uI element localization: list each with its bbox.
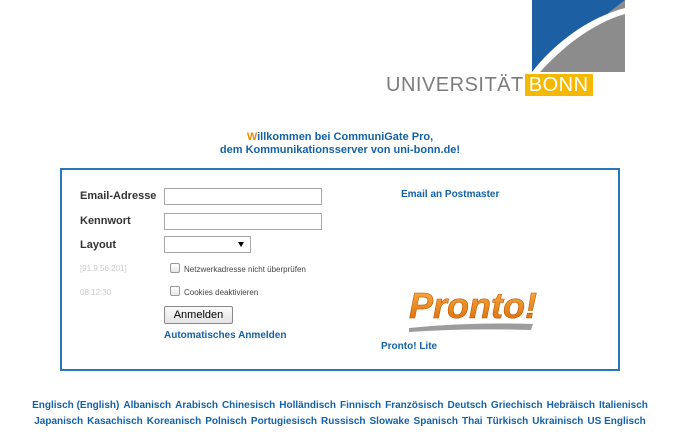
- client-ip-address: [91.9.56.201]: [80, 264, 127, 273]
- auto-login-link[interactable]: Automatisches Anmelden: [164, 330, 286, 341]
- welcome-first-letter: W: [246, 131, 258, 143]
- language-link[interactable]: Italienisch: [599, 400, 648, 411]
- language-link[interactable]: Französisch: [385, 400, 443, 411]
- language-row-2: Japanisch Kasachisch Koreanisch Polnisch Por…: [0, 414, 680, 430]
- language-link[interactable]: Ukrainisch: [532, 416, 583, 427]
- pronto-lite-link[interactable]: Pronto! Lite: [381, 341, 437, 352]
- login-panel: Email-Adresse Kennwort Layout [91.9.56.2…: [60, 168, 620, 371]
- language-link[interactable]: Deutsch: [447, 400, 486, 411]
- pronto-logo[interactable]: Pronto!: [407, 282, 557, 343]
- language-link[interactable]: US Englisch: [587, 416, 645, 427]
- language-link[interactable]: Japanisch: [34, 416, 83, 427]
- welcome-heading: Willkommen bei CommuniGate Pro, dem Komm…: [0, 131, 680, 157]
- chevron-down-icon: [238, 242, 244, 247]
- logo-graphic: [532, 0, 625, 72]
- cookies-checkbox[interactable]: [170, 286, 180, 296]
- server-time: 08:12:30: [80, 288, 112, 297]
- email-label: Email-Adresse: [80, 190, 157, 202]
- language-list: Englisch (English) Albanisch Arabisch Chine…: [0, 398, 680, 430]
- cookies-label: Cookies deaktivieren: [184, 288, 259, 297]
- welcome-line1: illkommen bei CommuniGate Pro,: [257, 131, 434, 143]
- language-link[interactable]: Holländisch: [279, 400, 336, 411]
- network-check-label: Netzwerkadresse nicht überprüfen: [184, 265, 306, 274]
- language-link[interactable]: Russisch: [321, 416, 365, 427]
- language-link[interactable]: Thai: [462, 416, 483, 427]
- language-link[interactable]: Finnisch: [340, 400, 381, 411]
- layout-label: Layout: [80, 239, 117, 251]
- pronto-logo-graphic: Pronto!: [409, 285, 537, 332]
- language-link[interactable]: Albanisch: [123, 400, 171, 411]
- language-link[interactable]: Türkisch: [487, 416, 529, 427]
- language-link[interactable]: Griechisch: [491, 400, 543, 411]
- login-button[interactable]: Anmelden: [164, 306, 233, 324]
- welcome-line2: dem Kommunikationsserver von uni-bonn.de…: [219, 144, 461, 156]
- logo-text-bonn: BONN: [524, 74, 593, 96]
- language-link[interactable]: Slowake: [370, 416, 410, 427]
- language-link[interactable]: Hebräisch: [547, 400, 595, 411]
- language-link[interactable]: Portugiesisch: [251, 416, 317, 427]
- language-link[interactable]: Arabisch: [175, 400, 218, 411]
- password-label: Kennwort: [80, 215, 131, 227]
- layout-select[interactable]: [164, 236, 251, 253]
- language-link[interactable]: Kasachisch: [87, 416, 143, 427]
- password-input[interactable]: [164, 213, 322, 230]
- email-input[interactable]: [164, 188, 322, 205]
- logo-text-universitaet: UNIVERSITÄT: [386, 73, 524, 96]
- pronto-logo-text: Pronto!: [409, 285, 537, 326]
- postmaster-link[interactable]: Email an Postmaster: [401, 189, 499, 200]
- language-link[interactable]: Polnisch: [205, 416, 247, 427]
- network-check-checkbox[interactable]: [170, 263, 180, 273]
- language-link[interactable]: Englisch (English): [32, 400, 119, 411]
- language-row-1: Englisch (English) Albanisch Arabisch Chine…: [0, 398, 680, 414]
- university-logo: UNIVERSITÄT BONN: [382, 0, 625, 100]
- language-link[interactable]: Chinesisch: [222, 400, 275, 411]
- language-link[interactable]: Koreanisch: [147, 416, 201, 427]
- language-link[interactable]: Spanisch: [414, 416, 458, 427]
